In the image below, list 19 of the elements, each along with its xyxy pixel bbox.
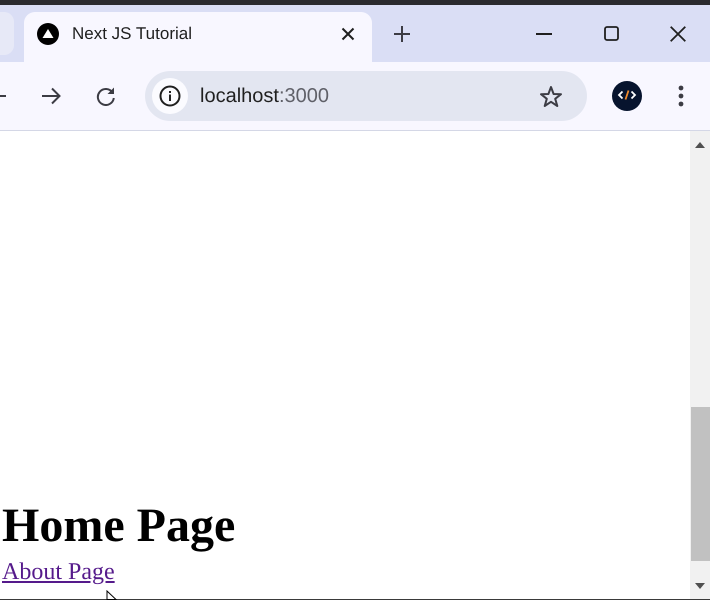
profile-avatar-icon[interactable] [612, 81, 642, 111]
new-tab-icon[interactable] [393, 24, 411, 42]
close-icon[interactable] [670, 26, 686, 42]
scroll-down-icon[interactable] [695, 583, 705, 589]
forward-arrow-icon[interactable] [41, 87, 61, 105]
page-heading: Home Page [2, 498, 236, 553]
browser-tab[interactable]: Next JS Tutorial [24, 12, 372, 62]
about-page-link[interactable]: About Page [2, 559, 115, 586]
menu-icon[interactable] [678, 85, 684, 107]
scroll-up-icon[interactable] [695, 142, 705, 148]
triangle-logo-icon [37, 23, 59, 45]
address-bar[interactable]: localhost:3000 [145, 71, 587, 121]
minimize-icon[interactable] [536, 32, 552, 34]
maximize-icon[interactable] [604, 26, 618, 41]
reload-icon[interactable] [96, 86, 116, 106]
scrollbar-thumb[interactable] [691, 407, 710, 561]
star-icon[interactable] [539, 84, 563, 108]
info-icon[interactable] [152, 78, 188, 114]
close-tab-icon[interactable] [341, 27, 355, 41]
